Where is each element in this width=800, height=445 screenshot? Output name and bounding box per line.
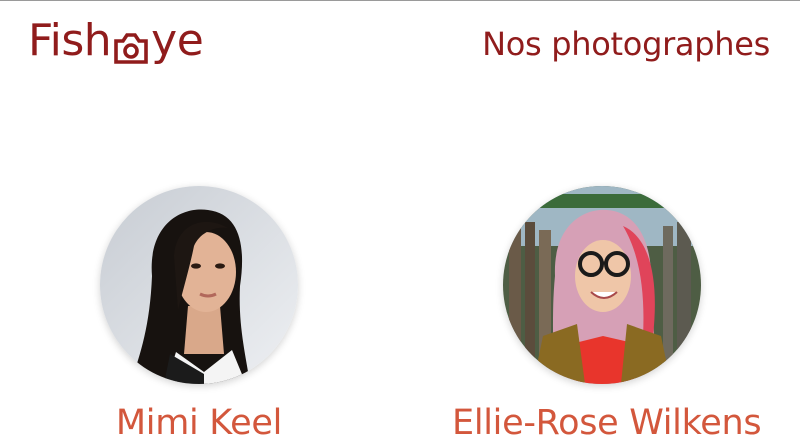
photographer-card-mimi-keel[interactable]: Mimi Keel [49,186,349,445]
logo-text-end: ye [151,15,204,66]
camera-icon [112,25,150,64]
photographer-name[interactable]: Mimi Keel [49,401,349,445]
photographer-portrait[interactable] [503,186,701,384]
logo-text-start: Fish [28,15,112,66]
photographer-card-ellie-rose-wilkens[interactable]: Ellie-Rose Wilkens [452,186,762,445]
photographer-portrait[interactable] [100,186,298,384]
page-title: Nos photographes [482,25,770,63]
page-header: Fish ye Nos photographes [0,0,800,100]
photographer-name[interactable]: Ellie-Rose Wilkens [452,401,762,445]
fisheye-logo-link[interactable]: Fish ye [28,14,204,68]
